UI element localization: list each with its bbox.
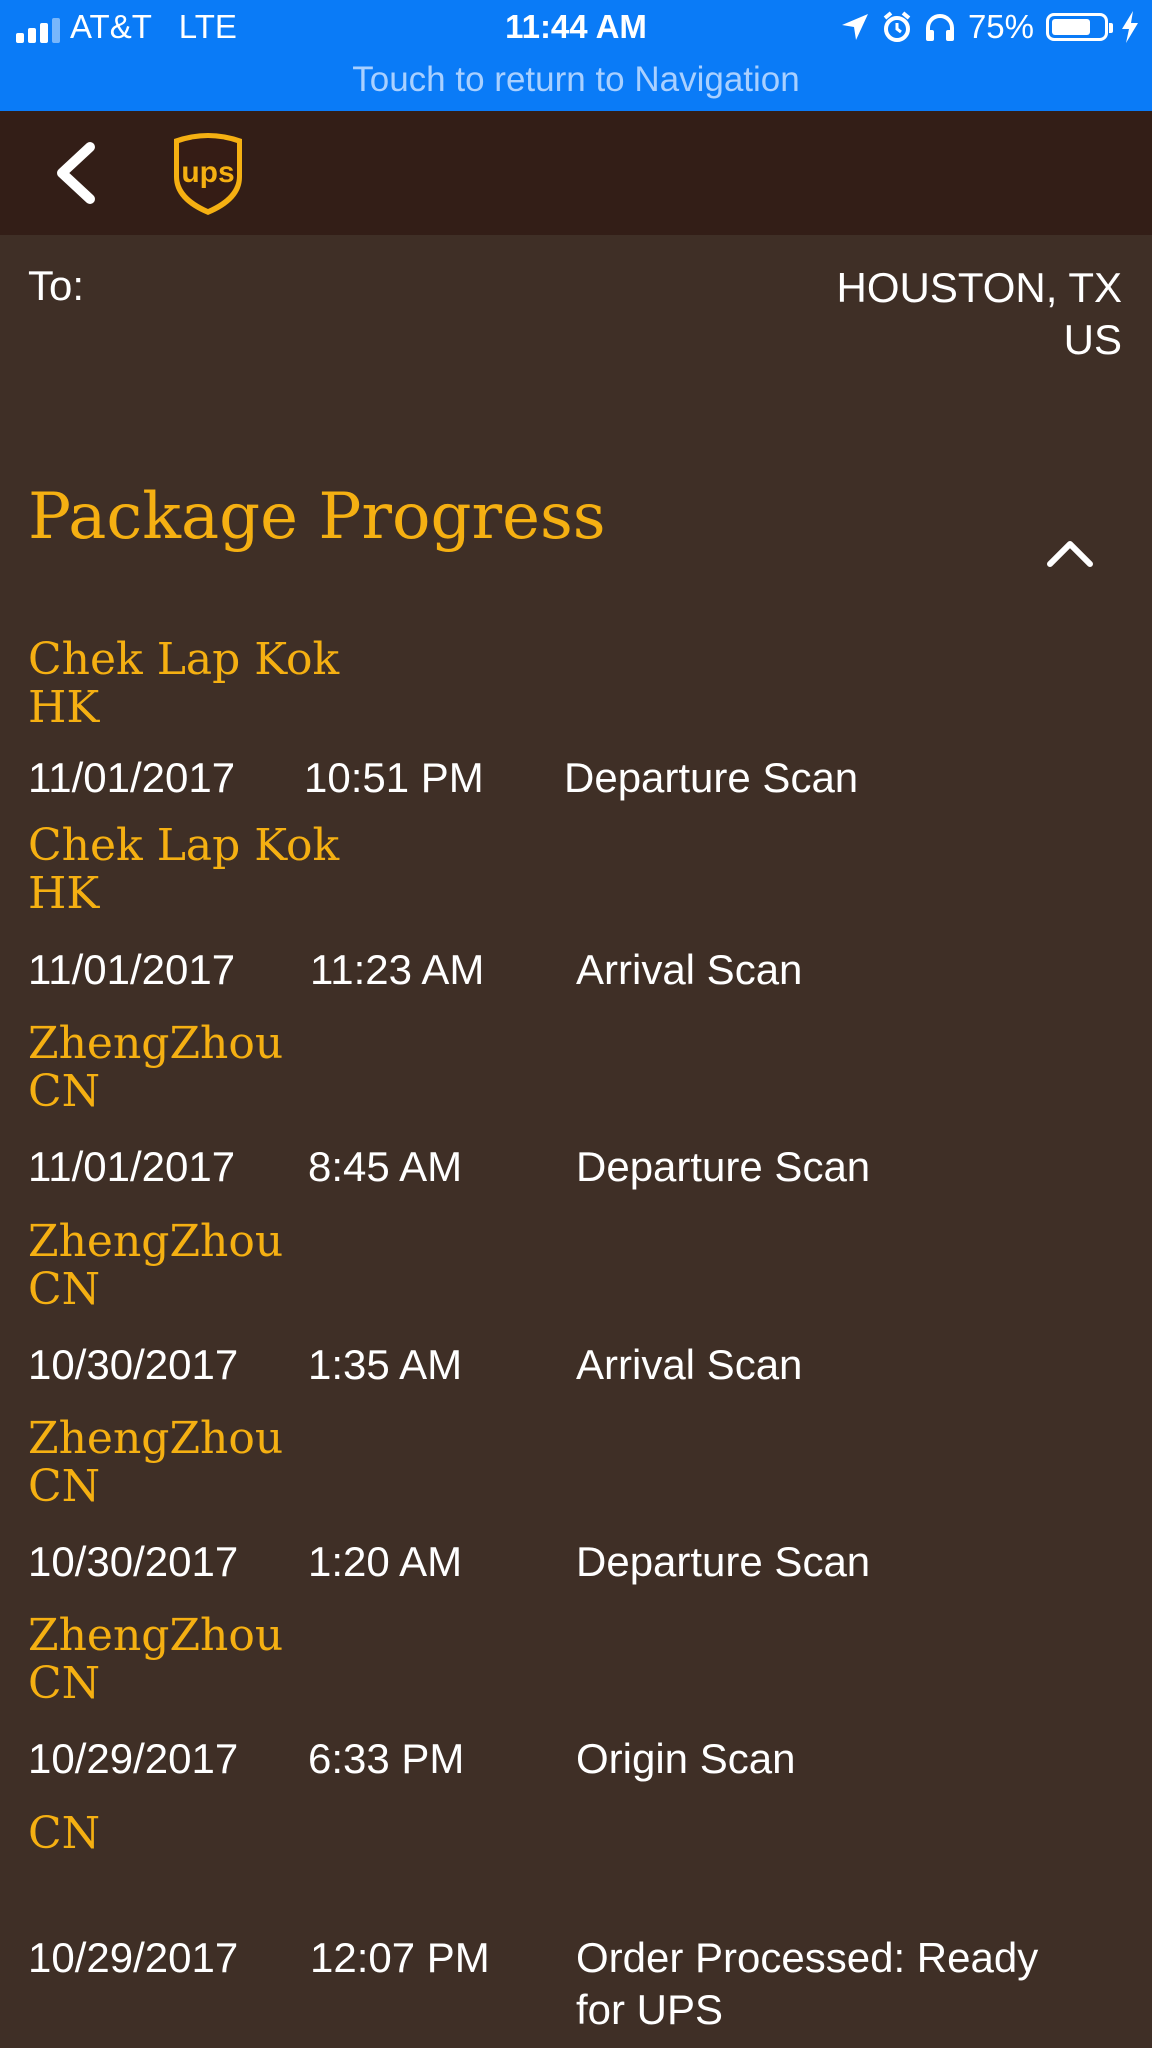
charging-bolt-icon xyxy=(1122,11,1138,43)
chevron-up-icon xyxy=(1047,541,1093,567)
event-time: 12:07 PM xyxy=(310,1934,490,1981)
event-country: HK xyxy=(28,868,100,919)
ups-logo[interactable]: ups xyxy=(170,129,246,217)
event-city: ZhengZhou xyxy=(28,1018,284,1069)
alarm-icon xyxy=(883,11,911,42)
destination-city: HOUSTON, TX xyxy=(836,264,1123,311)
event-date: 11/01/2017 xyxy=(28,1143,236,1190)
svg-text:ups: ups xyxy=(181,156,234,189)
return-to-navigation-banner[interactable]: Touch to return to Navigation xyxy=(0,60,1152,100)
event-time: 1:35 AM xyxy=(308,1341,463,1388)
destination-address: HOUSTON, TX US xyxy=(837,262,1123,366)
headphones-icon xyxy=(925,14,954,41)
status-bar[interactable]: AT&T LTE 11:44 AM 75% Touch to return to… xyxy=(0,0,1152,111)
event-date: 10/30/2017 xyxy=(28,1538,239,1585)
event-activity-line: for UPS xyxy=(576,1986,724,2033)
event-country: HK xyxy=(28,682,100,733)
event-country: CN xyxy=(28,1808,101,1859)
event-time: 1:20 AM xyxy=(308,1538,463,1585)
event-activity: Departure Scan xyxy=(564,754,859,801)
event-location: ZhengZhou CN xyxy=(28,1020,283,1116)
battery-percent: 75% xyxy=(967,8,1034,45)
event-location: Chek Lap Kok HK xyxy=(28,636,339,732)
event-location: ZhengZhou CN xyxy=(28,1415,283,1511)
event-location: CN xyxy=(28,1810,100,1858)
location-arrow-icon xyxy=(841,14,868,40)
event-date: 10/29/2017 xyxy=(28,1934,239,1981)
event-time: 10:51 PM xyxy=(304,754,484,801)
event-activity: Arrival Scan xyxy=(576,946,803,993)
event-location: ZhengZhou CN xyxy=(28,1612,283,1708)
event-country: CN xyxy=(28,1461,101,1512)
event-date: 11/01/2017 xyxy=(28,754,236,801)
back-button[interactable] xyxy=(40,135,110,211)
event-activity: Origin Scan xyxy=(576,1735,796,1782)
event-date: 11/01/2017 xyxy=(28,946,236,993)
chevron-left-icon xyxy=(57,142,95,204)
event-date: 10/29/2017 xyxy=(28,1735,239,1782)
event-time: 11:23 AM xyxy=(310,946,485,993)
destination-country: US xyxy=(1063,316,1122,363)
event-time: 6:33 PM xyxy=(308,1735,465,1782)
event-city: ZhengZhou xyxy=(28,1216,284,1267)
event-city: Chek Lap Kok xyxy=(28,820,340,871)
event-country: CN xyxy=(28,1264,101,1315)
event-date: 10/30/2017 xyxy=(28,1341,239,1388)
event-time: 8:45 AM xyxy=(308,1143,463,1190)
event-activity-line: Order Processed: Ready xyxy=(576,1934,1039,1981)
event-location: ZhengZhou CN xyxy=(28,1218,283,1314)
event-activity: Departure Scan xyxy=(576,1143,871,1190)
collapse-progress-button[interactable] xyxy=(1040,528,1100,578)
event-city: Chek Lap Kok xyxy=(28,634,340,685)
event-city: ZhengZhou xyxy=(28,1610,284,1661)
event-country: CN xyxy=(28,1066,101,1117)
battery-icon xyxy=(1046,13,1113,41)
package-progress-title: Package Progress xyxy=(28,480,606,554)
event-activity: Arrival Scan xyxy=(576,1341,803,1388)
app-header: ups xyxy=(0,111,1152,235)
event-activity: Order Processed: Ready for UPS xyxy=(576,1932,1038,2036)
event-activity: Departure Scan xyxy=(576,1538,871,1585)
event-location: Chek Lap Kok HK xyxy=(28,822,339,918)
destination-label: To: xyxy=(28,262,85,309)
event-country: CN xyxy=(28,1658,101,1709)
event-city: ZhengZhou xyxy=(28,1413,284,1464)
